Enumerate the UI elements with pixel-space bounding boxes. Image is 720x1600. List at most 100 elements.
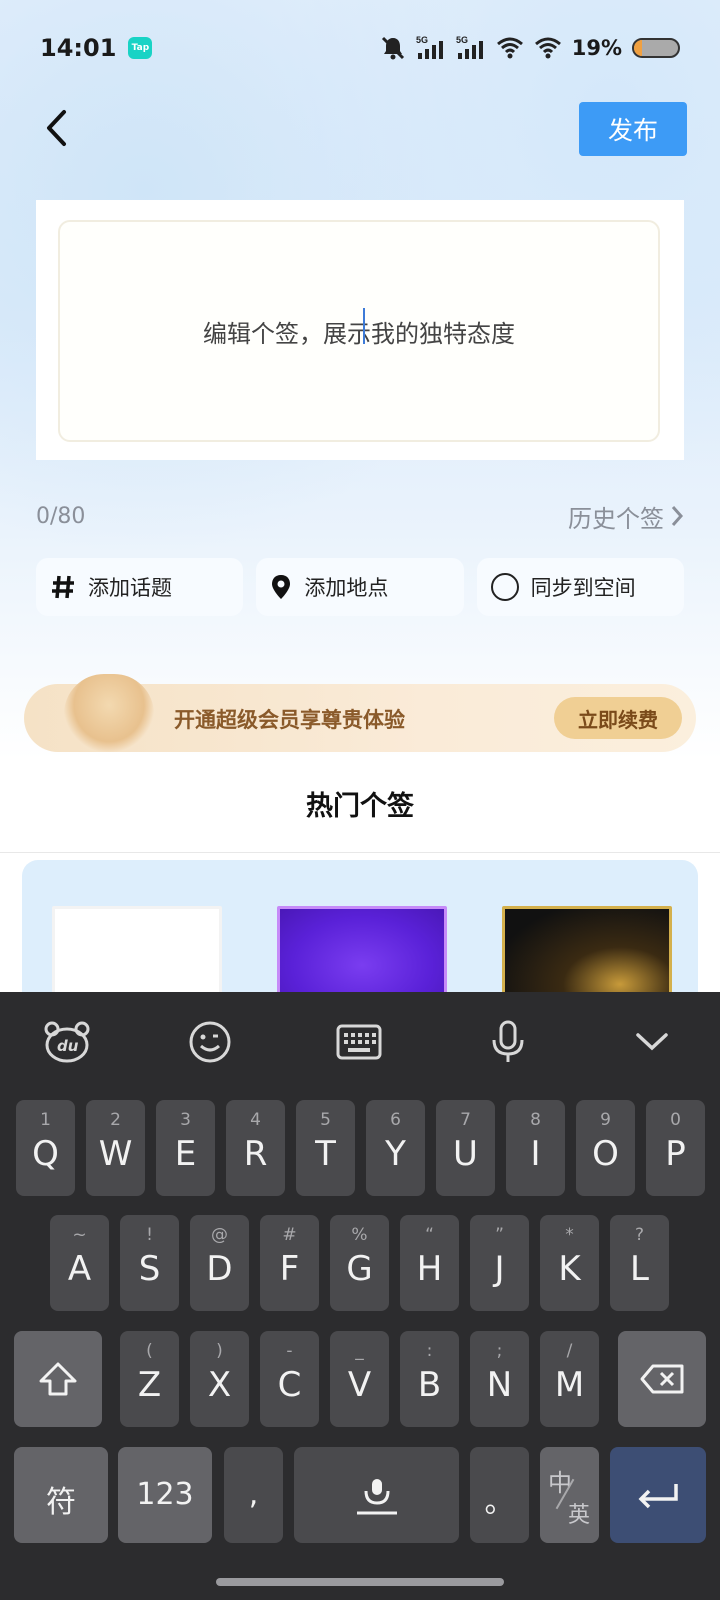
key-label: L [630,1249,649,1289]
status-icons: 5G 5G 19% [380,35,680,61]
history-signatures-link[interactable]: 历史个签 [568,499,684,534]
key-hint: 8 [530,1110,541,1130]
key-r[interactable]: 4R [226,1100,285,1196]
shift-key[interactable] [14,1331,102,1427]
key-hint: ~ [72,1225,87,1245]
vip-text: 开通超级会员享尊贵体验 [174,708,405,732]
key-z[interactable]: (Z [120,1331,179,1427]
key-label: H [416,1249,443,1289]
key-hint: / [566,1341,573,1361]
backspace-key[interactable] [618,1331,706,1427]
backspace-icon [640,1364,684,1394]
hot-signatures-title: 热门个签 [306,791,414,822]
key-hint: 1 [40,1110,51,1130]
key-hint: : [426,1341,433,1361]
home-indicator[interactable] [216,1578,504,1586]
key-s[interactable]: ! S [120,1215,179,1311]
key-t[interactable]: 5T [296,1100,355,1196]
sync-space-chip[interactable]: 同步到空间 [476,558,684,616]
key-g[interactable]: % G [330,1215,389,1311]
back-button[interactable] [36,108,76,148]
key-label: Y [385,1134,406,1174]
key-label: G [346,1249,373,1289]
svg-text:du: du [57,1037,79,1055]
key-k[interactable]: * K [540,1215,599,1311]
battery-percent: 19% [571,36,622,60]
key-label: E [174,1134,197,1174]
emoji-icon[interactable] [186,1018,234,1066]
shift-icon [39,1362,77,1396]
key-j[interactable]: ” J [470,1215,529,1311]
key-hint: 2 [110,1110,121,1130]
key-f[interactable]: # F [260,1215,319,1311]
period-key[interactable]: 。 [470,1447,529,1543]
renew-button[interactable]: 立即续费 [554,697,682,739]
svg-text:5G: 5G [416,35,428,45]
placeholder-text: 编辑个签，展示我的独特态度 [203,319,515,348]
battery-fill [634,40,643,56]
key-label: Q [32,1134,59,1174]
status-time: 14:01 [40,34,117,62]
key-m[interactable]: / M [540,1331,599,1427]
key-p[interactable]: 0P [646,1100,705,1196]
key-n[interactable]: ; N [470,1331,529,1427]
mic-icon[interactable] [484,1018,532,1066]
key-hint: * [565,1225,574,1245]
option-chips: 添加话题 添加地点 同步到空间 [36,558,684,616]
status-bar: 14:01 Tap 5G 5G 19% [0,0,720,96]
key-label: W [98,1134,133,1174]
key-b[interactable]: :B [400,1331,459,1427]
key-label: J [494,1249,505,1289]
radio-icon[interactable] [490,573,519,601]
template-card-gold[interactable] [502,906,672,1000]
key-c[interactable]: -C [260,1331,319,1427]
key-hint: 3 [180,1110,191,1130]
key-i[interactable]: 8I [506,1100,565,1196]
add-topic-chip[interactable]: 添加话题 [36,558,244,616]
key-w[interactable]: 2W [86,1100,145,1196]
vip-banner[interactable]: 开通超级会员享尊贵体验 立即续费 [24,674,696,752]
header: 发布 [0,96,720,164]
key-hint: # [282,1225,297,1245]
signature-editor-card: 编辑个签，展示我的独特态度 [36,200,684,460]
numbers-key[interactable]: 123 [118,1447,212,1543]
key-label: X [207,1365,232,1405]
chevron-left-icon [47,110,66,146]
key-v[interactable]: _ V [330,1331,389,1427]
key-l[interactable]: ? L [610,1215,669,1311]
key-x[interactable]: ) X [190,1331,249,1427]
keyboard-toolbar: du [0,992,720,1092]
key-hint: % [351,1225,368,1245]
sync-space-label: 同步到空间 [530,576,636,600]
symbols-key[interactable]: 符 [14,1447,108,1543]
comma-key[interactable]: , [224,1447,283,1543]
key-o[interactable]: 9O [576,1100,635,1196]
key-hint: 0 [670,1110,681,1130]
key-e[interactable]: 3E [156,1100,215,1196]
divider [0,852,720,853]
char-counter: 0/80 [36,503,86,529]
wifi-icon [496,37,523,59]
keyboard-icon[interactable] [335,1018,383,1066]
key-d[interactable]: @ D [190,1215,249,1311]
signal-5g-icon: 5G [416,35,443,59]
key-h[interactable]: “H [400,1215,459,1311]
key-hint: ) [216,1341,223,1361]
collapse-keyboard-icon[interactable] [628,1018,676,1066]
template-card-purple[interactable] [277,906,447,1000]
language-switch-key[interactable]: 中 英 [540,1447,599,1543]
numbers-label: 123 [136,1477,194,1512]
key-q[interactable]: 1Q [16,1100,75,1196]
du-bear-icon[interactable]: du [43,1018,91,1066]
template-card-blank[interactable] [52,906,222,1000]
key-label: D [206,1249,233,1289]
space-key[interactable] [294,1447,459,1543]
key-a[interactable]: ~ A [50,1215,109,1311]
enter-key[interactable] [610,1447,706,1543]
key-u[interactable]: 7U [436,1100,495,1196]
signature-placeholder: 编辑个签，展示我的独特态度 [203,307,515,349]
signature-input[interactable]: 编辑个签，展示我的独特态度 [58,220,660,442]
publish-button[interactable]: 发布 [579,102,687,156]
add-location-chip[interactable]: 添加地点 [256,558,464,616]
key-y[interactable]: 6Y [366,1100,425,1196]
